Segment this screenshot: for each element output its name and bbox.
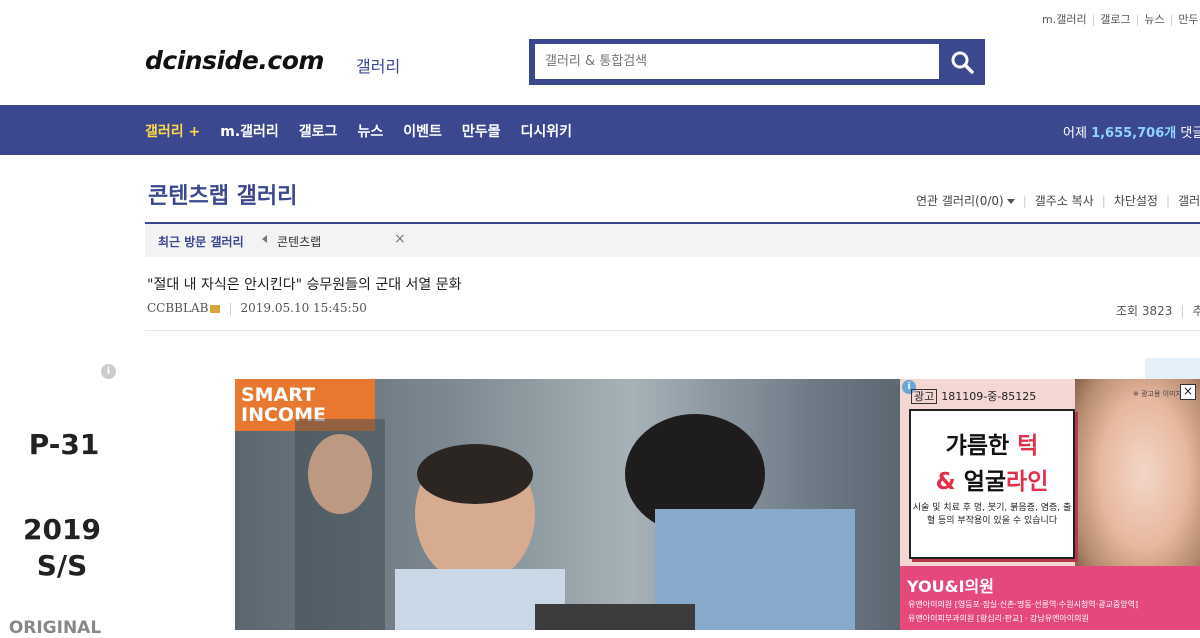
recent-galleries-bar: 최근 방문 갤러리 콘텐츠랩 × (145, 222, 1200, 257)
stats-value: 1,655,706개 (1091, 126, 1177, 141)
right-edge-ad[interactable] (1145, 358, 1200, 380)
header: m.갤러리 | 갤로그 | 뉴스 | 만두 dcinside.com 갤러리 (0, 0, 1200, 105)
side-ad-season: 2019 S/S (23, 513, 101, 582)
post-recommend: 추 (1192, 304, 1200, 318)
post-stats: 조회 3823 | 추 (1116, 302, 1200, 319)
fixed-nick-icon (210, 304, 221, 313)
recent-label: 최근 방문 갤러리 (158, 235, 244, 249)
top-link-mandu[interactable]: 만두 (1178, 13, 1198, 26)
nav-gallery[interactable]: 갤러리 + (145, 121, 200, 141)
nav-dcwiki[interactable]: 디시위키 (520, 121, 572, 141)
top-link-news[interactable]: 뉴스 (1144, 13, 1164, 26)
post-image: SMART INCOME (235, 379, 955, 630)
related-gallery-link[interactable]: 연관 갤러리(0/0) (916, 194, 1015, 208)
stats-label: 어제 (1063, 126, 1087, 141)
post-views: 조회 3823 (1116, 304, 1173, 318)
top-links: m.갤러리 | 갤로그 | 뉴스 | 만두 (1042, 13, 1199, 26)
ad-disclaimer: 시술 및 치료 후 멍, 붓기, 붉음증, 염증, 출혈 등의 부작용이 있을 … (912, 503, 1072, 526)
post-author[interactable]: CCBBLAB (147, 301, 208, 315)
recent-item[interactable]: 콘텐츠랩 (277, 233, 321, 250)
side-ad-code: P-31 (28, 428, 100, 461)
chevron-left-icon[interactable] (262, 235, 267, 243)
nav-gallog[interactable]: 갤로그 (299, 121, 338, 141)
logo-gallery-label[interactable]: 갤러리 (356, 53, 400, 77)
ad-branches-1: 유앤아이의원 [영등포·잠실·신촌·명동·선릉역·수원시청역·광교중앙역] (908, 600, 1139, 609)
post-date: 2019.05.10 15:45:50 (240, 301, 367, 315)
search-icon (951, 51, 974, 74)
gallery-title[interactable]: 콘텐츠랩 갤러리 (148, 178, 297, 210)
model-photo (1075, 379, 1200, 589)
office-people-illustration (295, 414, 855, 630)
ad-close-button[interactable]: × (1180, 384, 1196, 400)
top-link-mgallery[interactable]: m.갤러리 (1042, 13, 1087, 26)
close-icon[interactable]: × (394, 231, 406, 247)
divider (145, 330, 1200, 331)
gallery-links: 연관 갤러리(0/0) | 갤주소 복사 | 차단설정 | 갤러 (916, 194, 1200, 208)
stats-suffix: 댓글 (1180, 126, 1200, 141)
gallery-more-link[interactable]: 갤러 (1178, 194, 1200, 208)
top-link-gallog[interactable]: 갤로그 (1100, 13, 1130, 26)
ad-permit: 광고 181109-중-85125 (911, 388, 1036, 404)
main-nav: 갤러리 + m.갤러리 갤로그 뉴스 이벤트 만두몰 디시위키 어제 1,655… (0, 105, 1200, 155)
side-ad-original: ORIGINAL (8, 618, 102, 638)
block-settings-link[interactable]: 차단설정 (1114, 194, 1158, 208)
search-input[interactable] (535, 44, 939, 79)
ad-footer: YOU&I의원 유앤아이의원 [영등포·잠실·신촌·명동·선릉역·수원시청역·광… (900, 566, 1200, 630)
chevron-down-icon (1006, 199, 1015, 204)
search-bar (529, 39, 985, 85)
nav-event[interactable]: 이벤트 (403, 121, 442, 141)
ad-headline-box: 갸름한 턱 & 얼굴라인 시술 및 치료 후 멍, 붓기, 붉음증, 염증, 출… (909, 409, 1075, 559)
ad-banner[interactable]: i 광고 181109-중-85125 ※ 광고용 이미지 × 갸름한 턱 & 얼… (900, 379, 1200, 630)
ad-branches-2: 유앤아이피부과의원 [왕십리·판교] · 강남유앤아이의원 (908, 614, 1089, 623)
nav-stats: 어제 1,655,706개 댓글 (1063, 122, 1200, 141)
site-logo[interactable]: dcinside.com (145, 46, 324, 75)
post-meta: CCBBLAB | 2019.05.10 15:45:50 (147, 301, 367, 315)
ad-note: ※ 광고용 이미지 (1133, 390, 1182, 398)
post-title: "절대 내 자식은 안시킨다" 승무원들의 군대 서열 문화 (147, 277, 462, 293)
search-button[interactable] (939, 39, 985, 85)
copy-url-link[interactable]: 갤주소 복사 (1035, 194, 1094, 208)
nav-mgallery[interactable]: m.갤러리 (220, 121, 279, 141)
nav-mandumall[interactable]: 만두몰 (462, 121, 501, 141)
info-icon[interactable]: i (101, 364, 116, 379)
ad-brand: YOU&I의원 (907, 577, 994, 596)
nav-news[interactable]: 뉴스 (357, 121, 383, 141)
